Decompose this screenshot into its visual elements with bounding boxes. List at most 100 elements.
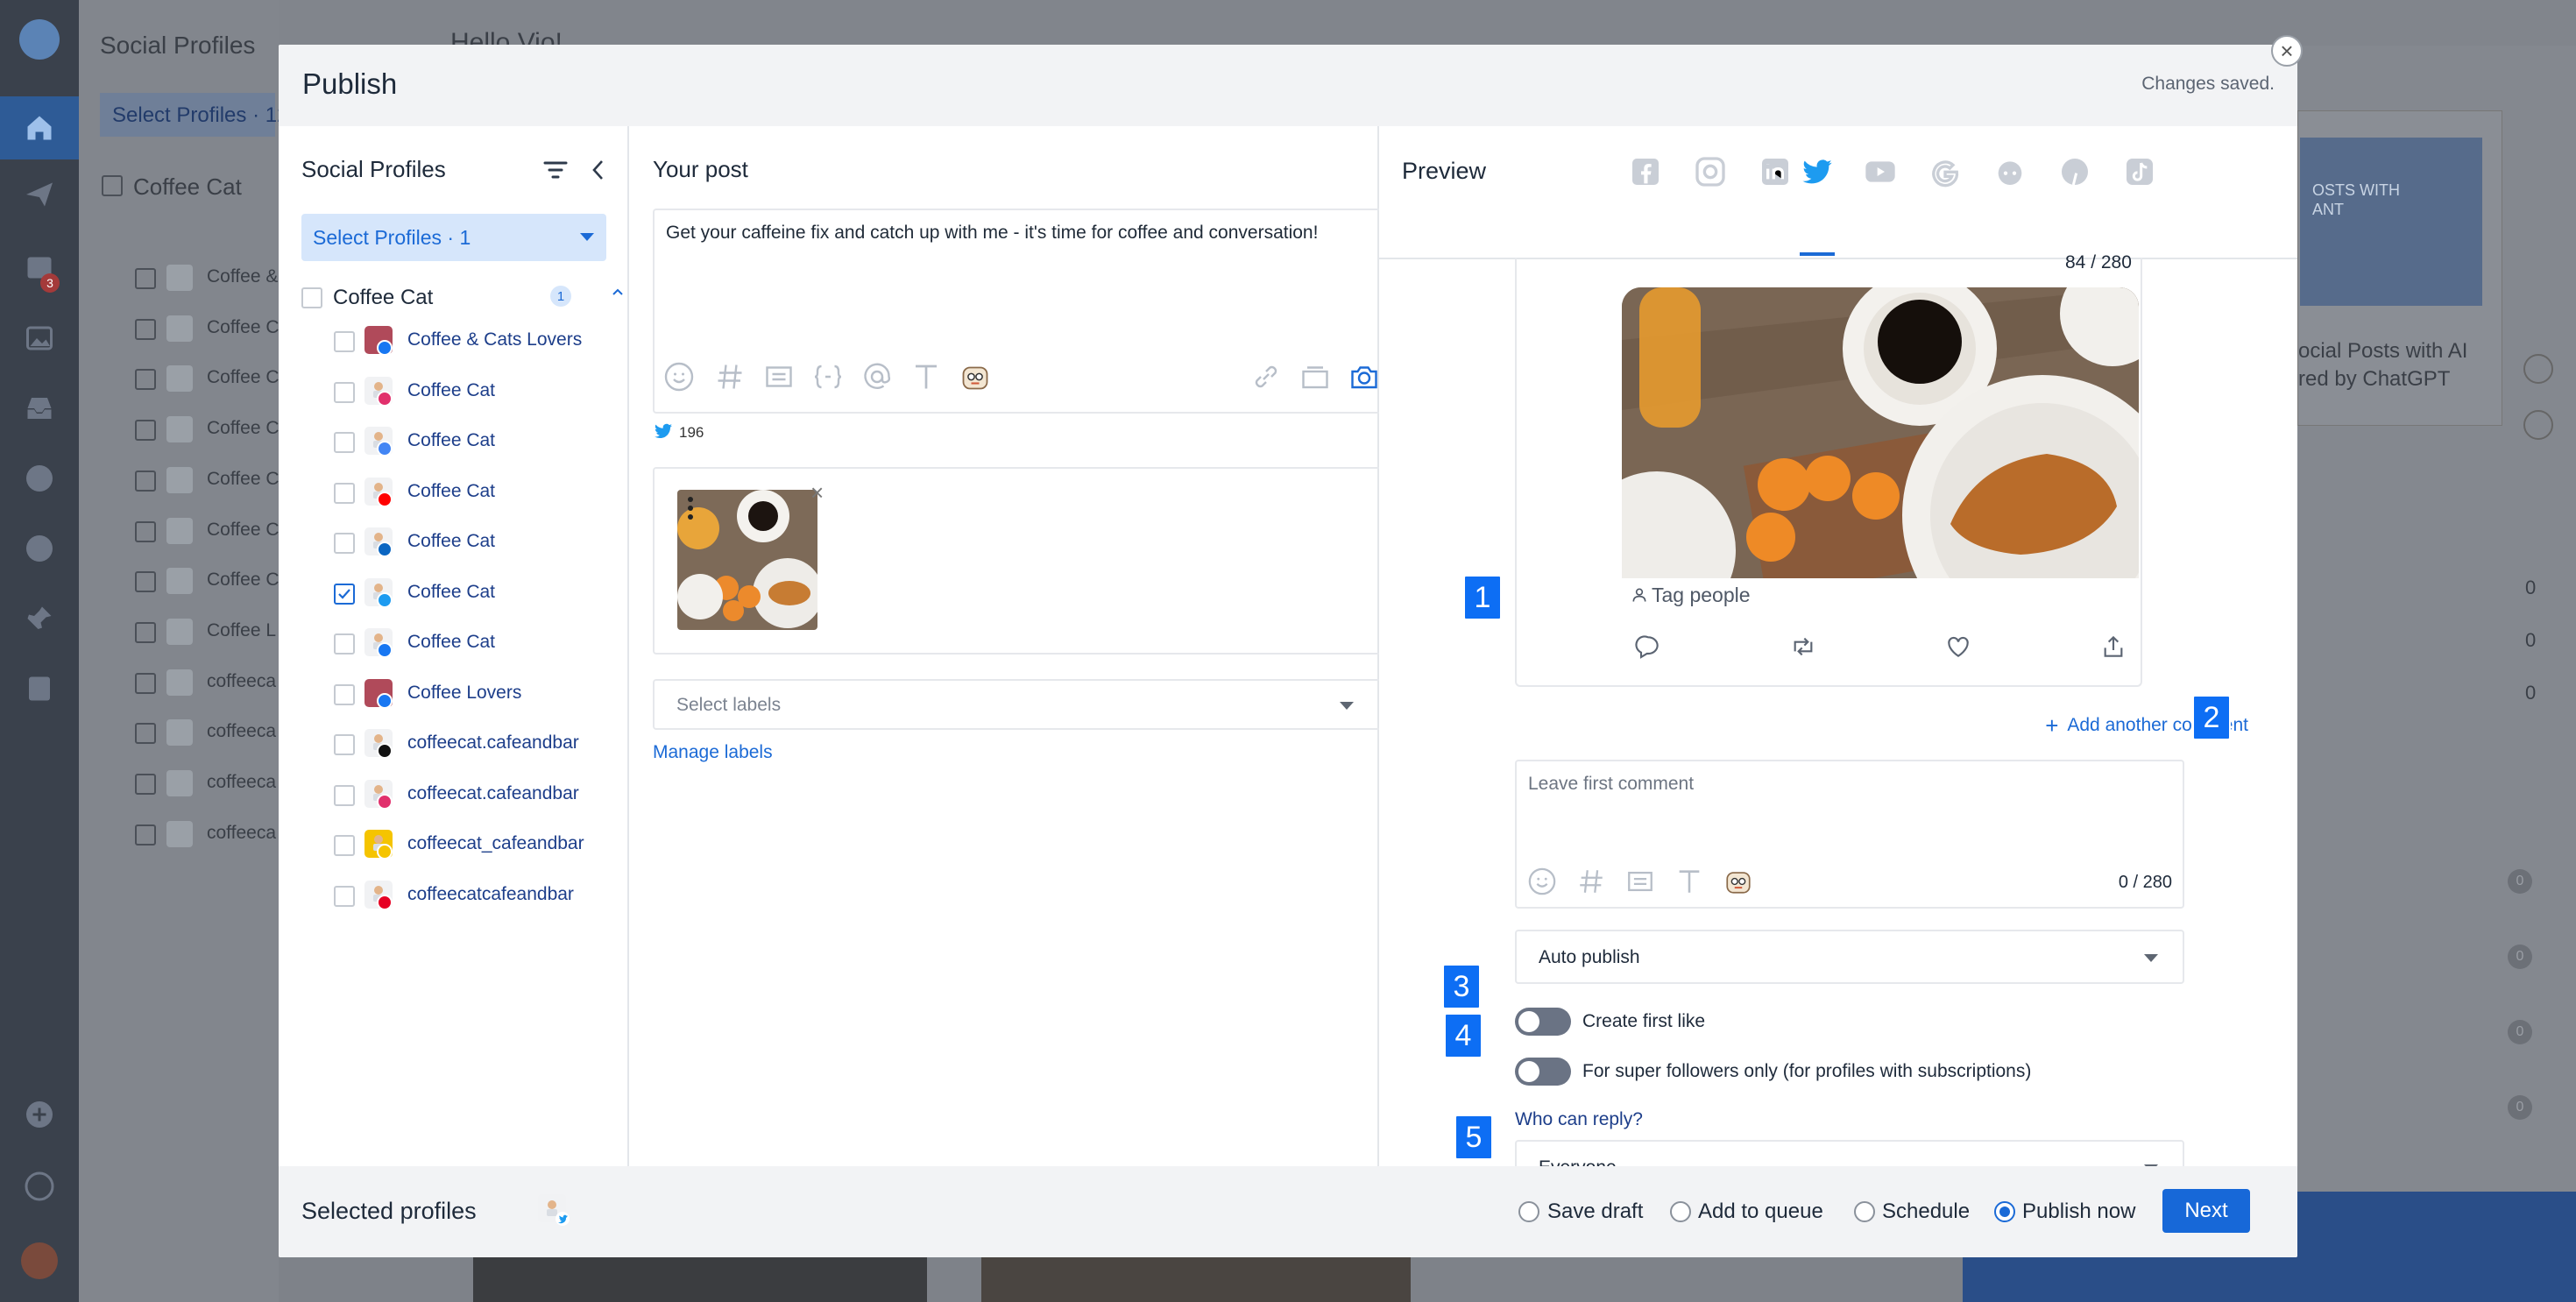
save-draft-label[interactable]: Save draft: [1547, 1199, 1643, 1224]
carousel-prev-button[interactable]: [2523, 354, 2553, 384]
profile-group-row[interactable]: Coffee Cat 1: [279, 282, 629, 319]
profile-checkbox[interactable]: [334, 633, 355, 655]
group-checkbox[interactable]: [301, 287, 322, 308]
next-button[interactable]: Next: [2162, 1189, 2250, 1233]
ai-assistant-icon[interactable]: [1723, 867, 1753, 896]
retweet-icon[interactable]: [1789, 633, 1817, 661]
profile-row[interactable]: Coffee & Cats Lovers: [279, 322, 629, 361]
profile-checkbox[interactable]: [334, 432, 355, 453]
schedule-label[interactable]: Schedule: [1882, 1199, 1970, 1224]
profile-row[interactable]: coffeecat_cafeandbar: [279, 826, 629, 865]
variable-icon[interactable]: [812, 361, 844, 393]
tab-linkedin-icon[interactable]: [1758, 154, 1793, 189]
profile-checkbox[interactable]: [334, 734, 355, 755]
pin-icon[interactable]: [24, 603, 55, 634]
tab-pinterest-icon[interactable]: [2057, 154, 2092, 189]
close-modal-button[interactable]: ×: [2271, 35, 2303, 67]
profile-checkbox[interactable]: [334, 483, 355, 504]
profile-row[interactable]: Coffee Cat: [279, 423, 629, 462]
selected-profile-avatar[interactable]: [538, 1194, 570, 1226]
labels-select[interactable]: Select labels: [653, 679, 1379, 730]
super-followers-toggle[interactable]: [1515, 1058, 1571, 1086]
filter-icon[interactable]: [543, 159, 568, 180]
rail-home-item[interactable]: [0, 96, 79, 159]
background-profile-checkbox[interactable]: [135, 824, 156, 846]
profile-checkbox[interactable]: [334, 331, 355, 352]
inbox-icon[interactable]: [24, 393, 55, 424]
background-profile-checkbox[interactable]: [135, 673, 156, 694]
share-icon[interactable]: [2099, 633, 2127, 661]
carousel-next-button[interactable]: [2523, 410, 2553, 440]
post-text[interactable]: Get your caffeine fix and catch up with …: [666, 223, 1318, 244]
tab-instagram-icon[interactable]: [1693, 154, 1728, 189]
link-icon[interactable]: [1250, 361, 1282, 393]
reports-icon[interactable]: [24, 673, 55, 704]
remove-image-icon[interactable]: ×: [810, 481, 824, 504]
help-icon[interactable]: [24, 1171, 55, 1202]
publish-mode-select[interactable]: Auto publish: [1515, 930, 2184, 984]
text-format-icon[interactable]: [910, 361, 942, 393]
text-snippet-icon[interactable]: [763, 361, 795, 393]
background-profile-checkbox[interactable]: [135, 420, 156, 441]
background-profile-checkbox[interactable]: [135, 268, 156, 289]
badge-icon[interactable]: [24, 533, 55, 564]
background-profile-checkbox[interactable]: [135, 521, 156, 542]
background-profile-checkbox[interactable]: [135, 369, 156, 390]
profile-row[interactable]: Coffee Lovers: [279, 676, 629, 714]
manage-labels-link[interactable]: Manage labels: [653, 742, 773, 763]
profile-row[interactable]: Coffee Cat: [279, 474, 629, 513]
add-to-queue-label[interactable]: Add to queue: [1698, 1199, 1823, 1224]
background-profile-checkbox[interactable]: [135, 319, 156, 340]
tab-facebook-icon[interactable]: [1628, 154, 1663, 189]
image-icon[interactable]: [24, 322, 55, 354]
profile-checkbox[interactable]: [334, 835, 355, 856]
ai-assistant-icon[interactable]: [959, 361, 991, 393]
text-format-icon[interactable]: [1674, 867, 1704, 896]
user-avatar[interactable]: [21, 1242, 58, 1279]
profile-row[interactable]: coffeecatcafeandbar: [279, 877, 629, 916]
hashtag-icon[interactable]: [1576, 867, 1606, 896]
profile-row[interactable]: Coffee Cat: [279, 625, 629, 663]
profile-checkbox[interactable]: [334, 533, 355, 554]
add-circle-icon[interactable]: [24, 1099, 55, 1130]
emoji-icon[interactable]: [663, 361, 695, 393]
attached-image-thumbnail[interactable]: [677, 490, 817, 630]
tab-reddit-icon[interactable]: [1992, 154, 2028, 189]
background-profile-checkbox[interactable]: [135, 622, 156, 643]
profile-checkbox[interactable]: [334, 382, 355, 403]
who-can-reply-select[interactable]: Everyone: [1515, 1140, 2184, 1166]
add-to-queue-radio[interactable]: [1670, 1201, 1691, 1222]
hashtag-icon[interactable]: [714, 361, 746, 393]
tag-people-button[interactable]: Tag people: [1631, 584, 1751, 607]
send-icon[interactable]: [24, 179, 55, 210]
emoji-icon[interactable]: [1527, 867, 1557, 896]
profile-row[interactable]: coffeecat.cafeandbar: [279, 725, 629, 764]
chevron-up-icon[interactable]: [612, 286, 624, 298]
create-first-like-toggle[interactable]: [1515, 1008, 1571, 1036]
collapse-panel-icon[interactable]: [589, 158, 608, 182]
tab-twitter-icon[interactable]: [1800, 154, 1835, 189]
media-library-icon[interactable]: [1299, 361, 1331, 393]
profile-row[interactable]: coffeecat.cafeandbar: [279, 776, 629, 815]
profile-checkbox[interactable]: [334, 785, 355, 806]
background-profile-checkbox[interactable]: [135, 571, 156, 592]
select-profiles-dropdown[interactable]: Select Profiles · 1: [301, 214, 606, 261]
background-profile-checkbox[interactable]: [135, 723, 156, 744]
save-draft-radio[interactable]: [1518, 1201, 1539, 1222]
like-icon[interactable]: [1944, 633, 1972, 661]
more-options-icon[interactable]: [686, 495, 695, 521]
profile-row[interactable]: Coffee Cat: [279, 524, 629, 563]
profile-row[interactable]: Coffee Cat: [279, 373, 629, 412]
camera-icon[interactable]: [1348, 361, 1380, 393]
profile-checkbox[interactable]: [334, 584, 355, 605]
tab-youtube-icon[interactable]: [1863, 154, 1898, 189]
tab-google-icon[interactable]: [1928, 154, 1963, 189]
publish-now-label[interactable]: Publish now: [2022, 1199, 2135, 1224]
background-profile-checkbox[interactable]: [135, 774, 156, 795]
reply-icon[interactable]: [1634, 633, 1662, 661]
post-text-editor[interactable]: Get your caffeine fix and catch up with …: [653, 209, 1379, 414]
listening-icon[interactable]: [24, 463, 55, 494]
schedule-radio[interactable]: [1854, 1201, 1875, 1222]
tab-tiktok-icon[interactable]: [2122, 154, 2157, 189]
profile-checkbox[interactable]: [334, 684, 355, 705]
